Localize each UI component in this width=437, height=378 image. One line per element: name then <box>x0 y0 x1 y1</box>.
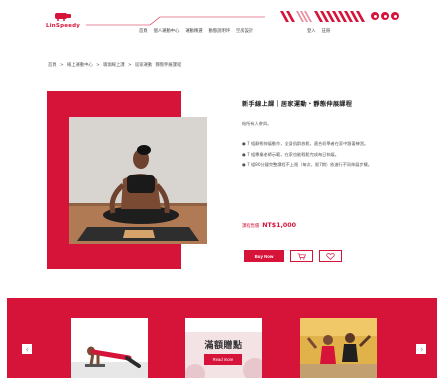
price-value: NT$1,000 <box>262 222 297 229</box>
logo-mark-icon <box>55 13 71 21</box>
logo-text: LinSpeedy <box>46 23 80 29</box>
product-image <box>69 117 207 244</box>
chevron-left-icon <box>25 347 28 351</box>
gym-photo <box>300 318 377 378</box>
nav-item-news[interactable]: 動態說明坪 <box>209 28 230 34</box>
main-nav: 首頁 個人運動中心 運動精選 動態說明坪 空房設計 <box>139 28 253 34</box>
product-features: ● 7 組靜態伸展動作，全身肌群放鬆，適合初學者在家中跟著練習。 ● 7 組專業… <box>242 141 392 173</box>
site-header: LinSpeedy 首頁 個人運動中心 運動精選 動態說明坪 空房設計 登入 註… <box>0 0 437 44</box>
pushup-photo <box>71 318 148 378</box>
breadcrumb: 首頁 > 線上運動中心 > 瑜珈線上課 > 居家運動 靜態伸展課程 <box>48 62 183 68</box>
price-label: 課程售價 <box>242 224 260 229</box>
line-icon[interactable] <box>391 12 399 20</box>
price-row: 課程售價 NT$1,000 <box>242 222 296 229</box>
carousel-prev-button[interactable] <box>22 344 32 354</box>
login-link[interactable]: 登入 <box>307 28 316 34</box>
related-card-promo[interactable]: 滿額贈點 Read more <box>185 318 262 378</box>
product-actions: Buy Now <box>244 250 342 262</box>
breadcrumb-separator: > <box>127 63 132 68</box>
nav-item-fitness-center[interactable]: 個人運動中心 <box>154 28 180 34</box>
cart-icon <box>297 252 306 260</box>
nav-item-home[interactable]: 首頁 <box>139 28 148 34</box>
register-link[interactable]: 註冊 <box>322 28 331 34</box>
stripe-decoration-icon <box>280 11 365 22</box>
breadcrumb-home-workout[interactable]: 居家運動 <box>135 63 152 68</box>
auth-nav: 登入 註冊 <box>307 28 330 34</box>
facebook-icon[interactable] <box>381 12 389 20</box>
read-more-button[interactable]: Read more <box>204 354 242 365</box>
breadcrumb-home[interactable]: 首頁 <box>48 63 57 68</box>
product-subtitle: 給所有人參與。 <box>242 121 272 126</box>
feature-item: ● 7 組80分鐘完整課程不上限（每次，限7期）依進行不同伸展步驟。 <box>242 162 373 168</box>
related-products-section: 滿額贈點 Read more <box>7 298 437 378</box>
yoga-photo <box>69 117 207 244</box>
nav-item-space-design[interactable]: 空房設計 <box>236 28 253 34</box>
heart-icon <box>326 252 335 260</box>
promo-title: 滿額贈點 <box>204 341 243 351</box>
add-to-cart-button[interactable] <box>290 250 313 262</box>
add-to-wishlist-button[interactable] <box>319 250 342 262</box>
related-card-gym[interactable] <box>300 318 377 378</box>
breadcrumb-current: 靜態伸展課程 <box>155 63 182 68</box>
related-card-workout[interactable] <box>71 318 148 378</box>
instagram-icon[interactable] <box>371 12 379 20</box>
buy-now-button[interactable]: Buy Now <box>244 250 284 262</box>
social-links <box>371 12 399 20</box>
nav-item-featured[interactable]: 運動精選 <box>185 28 202 34</box>
product-title: 新手線上課｜居家運動・靜態伸展課程 <box>242 101 353 108</box>
feature-item: ● 7 組靜態伸展動作，全身肌群放鬆，適合初學者在家中跟著練習。 <box>242 141 369 146</box>
breadcrumb-yoga[interactable]: 瑜珈線上課 <box>103 63 124 68</box>
chevron-right-icon <box>420 347 423 351</box>
logo[interactable]: LinSpeedy <box>46 11 84 33</box>
feature-item: ● 7 組專業老師示範，在家也能輕鬆完成每日伸展。 <box>242 151 339 157</box>
breadcrumb-fitness-center[interactable]: 線上運動中心 <box>67 63 93 68</box>
breadcrumb-separator: > <box>96 63 100 68</box>
carousel-next-button[interactable] <box>416 344 426 354</box>
breadcrumb-separator: > <box>59 63 64 68</box>
